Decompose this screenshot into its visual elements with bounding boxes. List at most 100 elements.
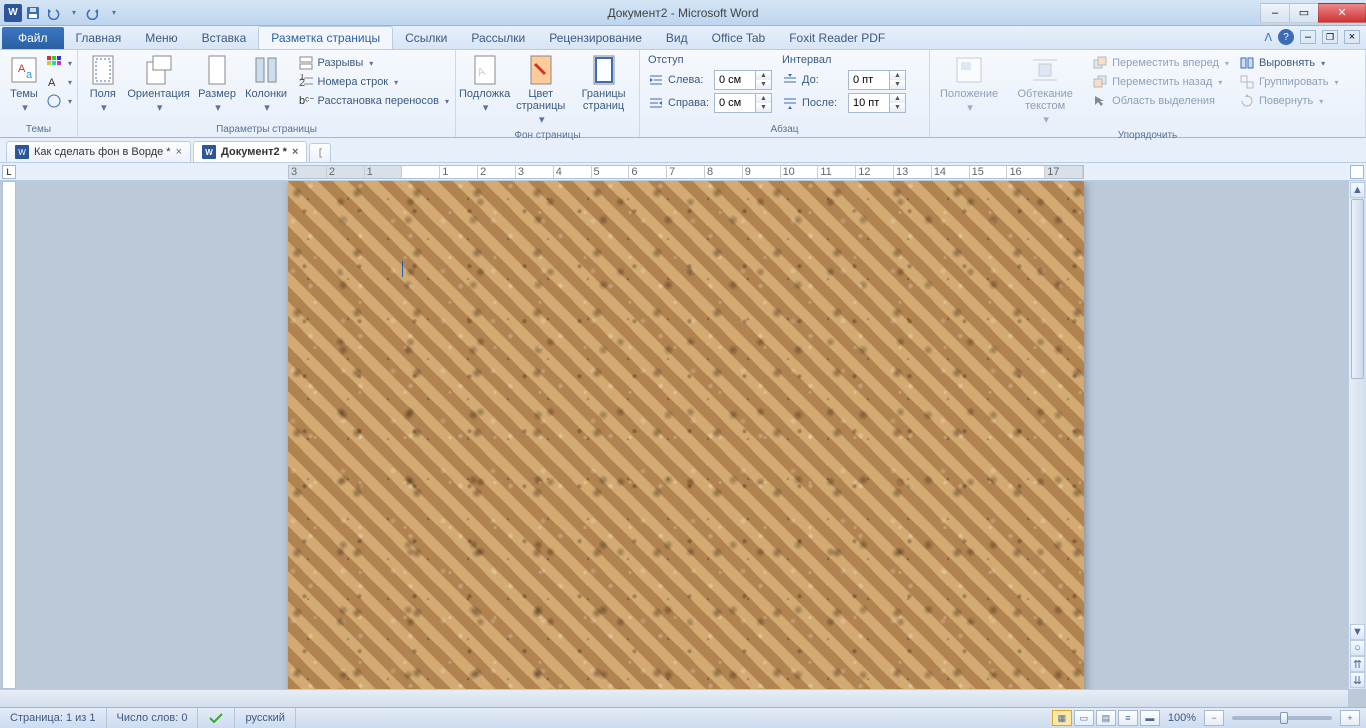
align-button[interactable]: Выровнять▾ xyxy=(1237,54,1341,72)
bring-forward-button[interactable]: Переместить вперед▾ xyxy=(1090,54,1231,72)
scroll-down-button[interactable]: ▼ xyxy=(1350,624,1365,640)
window-close-button[interactable]: ✕ xyxy=(1318,3,1366,23)
inner-close-button[interactable]: × xyxy=(1344,30,1360,44)
tab-selector[interactable]: L xyxy=(2,165,16,179)
window-minimize-button[interactable]: – xyxy=(1260,3,1290,23)
horizontal-scrollbar[interactable] xyxy=(0,689,1348,707)
tab-page-layout[interactable]: Разметка страницы xyxy=(258,26,393,49)
status-page[interactable]: Страница: 1 из 1 xyxy=(0,708,107,728)
qat-customize-drop[interactable]: ▾ xyxy=(104,4,122,22)
qat-undo-drop[interactable]: ▾ xyxy=(64,4,82,22)
tab-insert[interactable]: Вставка xyxy=(190,27,259,49)
page-color-button[interactable]: Цвет страницы▾ xyxy=(509,52,572,128)
watermark-button[interactable]: AПодложка▾ xyxy=(460,52,509,116)
next-page-button[interactable]: ⇊ xyxy=(1350,672,1365,688)
zoom-label[interactable]: 100% xyxy=(1168,712,1196,724)
document-page[interactable] xyxy=(288,181,1084,707)
theme-effects-button[interactable]: ▾ xyxy=(44,92,74,110)
fonts-icon: A xyxy=(46,74,62,90)
tab-mailings[interactable]: Рассылки xyxy=(459,27,537,49)
spin-down[interactable]: ▼ xyxy=(889,103,905,112)
line-numbers-button[interactable]: 12Номера строк▾ xyxy=(296,73,452,91)
view-outline-button[interactable]: ≡ xyxy=(1118,710,1138,726)
effects-icon xyxy=(46,93,62,109)
scroll-up-button[interactable]: ▲ xyxy=(1350,182,1365,198)
tab-file[interactable]: Файл xyxy=(2,27,64,49)
close-tab-icon[interactable]: × xyxy=(292,146,298,158)
tab-view[interactable]: Вид xyxy=(654,27,700,49)
status-spellcheck[interactable] xyxy=(198,708,235,728)
spin-down[interactable]: ▼ xyxy=(755,103,771,112)
svg-text:bᶜ⁻: bᶜ⁻ xyxy=(299,95,314,107)
prev-page-button[interactable]: ⇈ xyxy=(1350,656,1365,672)
group-button[interactable]: Группировать▾ xyxy=(1237,73,1341,91)
text-cursor xyxy=(402,261,403,277)
new-tab-button[interactable] xyxy=(309,143,331,162)
tab-menu[interactable]: Меню xyxy=(133,27,189,49)
scroll-thumb[interactable] xyxy=(1351,199,1364,379)
tab-review[interactable]: Рецензирование xyxy=(537,27,654,49)
zoom-in-button[interactable]: + xyxy=(1340,710,1360,726)
close-tab-icon[interactable]: × xyxy=(176,146,182,158)
zoom-slider-thumb[interactable] xyxy=(1280,712,1288,724)
breaks-button[interactable]: Разрывы▾ xyxy=(296,54,452,72)
view-print-layout-button[interactable]: ▦ xyxy=(1052,710,1072,726)
page-borders-button[interactable]: Границы страниц xyxy=(572,52,635,114)
horizontal-ruler[interactable]: 321 1234567891011121314151617 xyxy=(288,165,1084,179)
vertical-ruler[interactable] xyxy=(2,181,16,689)
qat-save-button[interactable] xyxy=(24,4,42,22)
spin-down[interactable]: ▼ xyxy=(755,80,771,89)
hyphenation-button[interactable]: bᶜ⁻Расстановка переносов▾ xyxy=(296,92,452,110)
tab-foxit[interactable]: Foxit Reader PDF xyxy=(777,27,897,49)
document-tab-2[interactable]: WДокумент2 *× xyxy=(193,141,307,162)
view-full-screen-button[interactable]: ▭ xyxy=(1074,710,1094,726)
spin-up[interactable]: ▲ xyxy=(755,71,771,80)
tab-home[interactable]: Главная xyxy=(64,27,134,49)
theme-colors-button[interactable]: ▾ xyxy=(44,54,74,72)
spacing-after-input[interactable]: ▲▼ xyxy=(848,93,906,113)
zoom-slider[interactable] xyxy=(1232,716,1332,720)
zoom-out-button[interactable]: − xyxy=(1204,710,1224,726)
position-button[interactable]: Положение▾ xyxy=(934,52,1004,116)
spin-up[interactable]: ▲ xyxy=(889,71,905,80)
ribbon-minimize-icon[interactable]: ᐱ xyxy=(1264,31,1272,44)
status-language[interactable]: русский xyxy=(235,708,295,728)
inner-restore-button[interactable]: ❐ xyxy=(1322,30,1338,44)
help-icon[interactable]: ? xyxy=(1278,29,1294,45)
tab-references[interactable]: Ссылки xyxy=(393,27,459,49)
spin-up[interactable]: ▲ xyxy=(755,94,771,103)
indent-right-icon xyxy=(648,95,664,111)
browse-object-button[interactable]: ○ xyxy=(1350,640,1365,656)
view-draft-button[interactable]: ▬ xyxy=(1140,710,1160,726)
send-backward-button[interactable]: Переместить назад▾ xyxy=(1090,73,1231,91)
rotate-icon xyxy=(1239,93,1255,109)
theme-fonts-button[interactable]: A▾ xyxy=(44,73,74,91)
view-web-layout-button[interactable]: ▤ xyxy=(1096,710,1116,726)
document-tab-1[interactable]: WКак сделать фон в Ворде *× xyxy=(6,141,191,162)
ruler-toggle-button[interactable] xyxy=(1350,165,1364,179)
inner-minimize-button[interactable]: – xyxy=(1300,30,1316,44)
status-word-count[interactable]: Число слов: 0 xyxy=(107,708,199,728)
orientation-button[interactable]: Ориентация▾ xyxy=(124,52,194,116)
group-page-setup: Поля▾ Ориентация▾ Размер▾ Колонки▾ Разры… xyxy=(78,50,456,137)
columns-button[interactable]: Колонки▾ xyxy=(241,52,292,116)
rotate-button[interactable]: Повернуть▾ xyxy=(1237,92,1341,110)
indent-right-input[interactable]: ▲▼ xyxy=(714,93,772,113)
vertical-scrollbar[interactable]: ▲ ▼ ○ ⇈ ⇊ xyxy=(1348,181,1366,689)
margins-button[interactable]: Поля▾ xyxy=(82,52,124,116)
qat-redo-button[interactable] xyxy=(84,4,102,22)
window-maximize-button[interactable]: ▭ xyxy=(1289,3,1319,23)
themes-button[interactable]: Aa Темы▾ xyxy=(4,52,44,116)
spin-up[interactable]: ▲ xyxy=(889,94,905,103)
qat-undo-button[interactable] xyxy=(44,4,62,22)
svg-text:2: 2 xyxy=(299,77,305,89)
indent-left-input[interactable]: ▲▼ xyxy=(714,70,772,90)
tab-office-tab[interactable]: Office Tab xyxy=(700,27,778,49)
spacing-before-input[interactable]: ▲▼ xyxy=(848,70,906,90)
size-button[interactable]: Размер▾ xyxy=(194,52,241,116)
spin-down[interactable]: ▼ xyxy=(889,80,905,89)
selection-pane-button[interactable]: Область выделения xyxy=(1090,92,1231,110)
orientation-icon xyxy=(143,54,175,86)
wrap-text-button[interactable]: Обтекание текстом▾ xyxy=(1004,52,1086,128)
document-workspace: ▲ ▼ ○ ⇈ ⇊ xyxy=(0,181,1366,707)
